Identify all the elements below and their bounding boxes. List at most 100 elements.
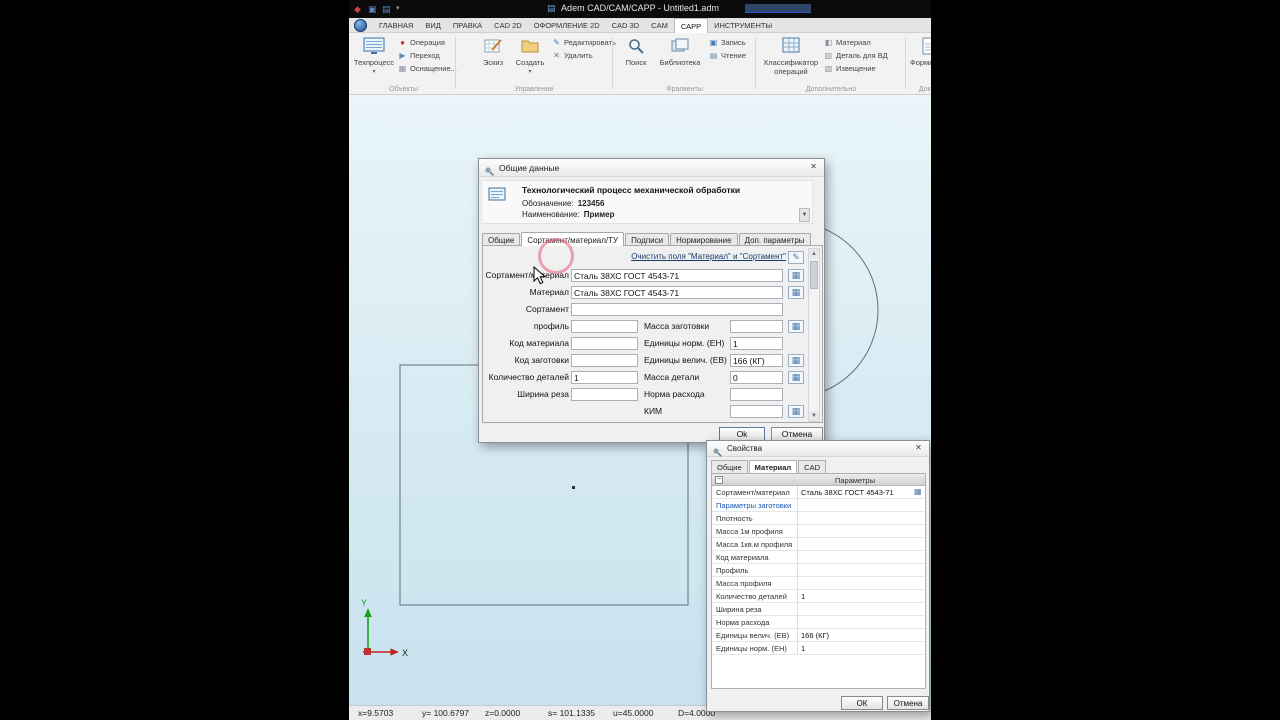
techprocess-doc-icon	[488, 187, 506, 208]
tab-props-material[interactable]: Материал	[748, 460, 798, 473]
input-kod-materiala[interactable]	[571, 337, 638, 350]
prop-row[interactable]: Плотность	[712, 512, 925, 525]
ribbon-tab-capp[interactable]: САРР	[673, 18, 709, 33]
massa-detali-button[interactable]: ▦	[788, 371, 804, 384]
prop-row[interactable]: Код материала	[712, 551, 925, 564]
prop-row[interactable]: Ширина реза	[712, 603, 925, 616]
quick-access-icon-3[interactable]: ▤	[382, 3, 391, 15]
input-edinicy-velich[interactable]	[730, 354, 783, 367]
prop-row[interactable]: Количество деталей 1	[712, 590, 925, 603]
input-shirina-reza[interactable]	[571, 388, 638, 401]
dialog-general-title: Общие данные	[499, 163, 560, 173]
prop-row[interactable]: Единицы норм. (ЕН) 1	[712, 642, 925, 655]
prop-row[interactable]: Норма расхода	[712, 616, 925, 629]
input-sortament[interactable]	[571, 303, 783, 316]
search-button[interactable]: Поиск	[620, 35, 652, 85]
info-scroll-down-icon[interactable]: ▼	[799, 208, 810, 222]
ribbon-tab-vid[interactable]: ВИД	[419, 18, 446, 33]
techprocess-button[interactable]: Техпроцесс ▾	[354, 35, 394, 85]
vertical-scrollbar[interactable]: ▲ ▼	[808, 248, 820, 422]
ribbon-tab-oformlenie2d[interactable]: ОФОРМЛЕНИЕ 2D	[528, 18, 606, 33]
dialog-properties-title: Свойства	[727, 444, 763, 453]
close-icon[interactable]: ✕	[912, 443, 925, 452]
input-sortament-material[interactable]	[571, 269, 783, 282]
dialog-general-titlebar[interactable]: Общие данные ✕	[479, 159, 824, 177]
clear-fields-link[interactable]: Очистить поля "Материал" и "Сортамент"	[483, 252, 786, 261]
ribbon-tab-glavnaya[interactable]: ГЛАВНАЯ	[373, 18, 419, 33]
equipment-icon: ▦	[398, 64, 407, 73]
material-button[interactable]: ◧ Материал	[823, 36, 888, 49]
blank-parameters-link[interactable]: Параметры заготовки	[716, 501, 791, 510]
field-label: Количество деталей	[488, 372, 569, 382]
tab-props-cad[interactable]: CAD	[798, 460, 826, 473]
close-icon[interactable]: ✕	[807, 162, 820, 171]
delete-button[interactable]: ✕ Удалить	[551, 49, 616, 62]
app-menu-button[interactable]	[354, 19, 367, 32]
tab-sortament-material-tu[interactable]: Сортамент/материал/ТУ	[521, 232, 625, 246]
read-button[interactable]: ▤ Чтение	[708, 49, 746, 62]
tab-props-obshchie[interactable]: Общие	[711, 460, 748, 473]
sketch-button[interactable]: Эскиз	[477, 35, 509, 85]
kim-button[interactable]: ▦	[788, 405, 804, 418]
input-material[interactable]	[571, 286, 783, 299]
scroll-thumb[interactable]	[810, 261, 818, 289]
operations-classifier-button[interactable]: Классификатор операций	[763, 35, 819, 85]
input-kolichestvo-detaley[interactable]	[571, 371, 638, 384]
input-massa-detali[interactable]	[730, 371, 783, 384]
prop-row[interactable]: Профиль	[712, 564, 925, 577]
quick-access-caret-icon[interactable]: ▾	[396, 3, 400, 15]
input-norma-rashoda[interactable]	[730, 388, 783, 401]
ribbon-tab-cad3d[interactable]: CAD 3D	[606, 18, 646, 33]
drawing-point[interactable]	[572, 486, 575, 489]
prop-value[interactable]: 166 (КГ)	[801, 631, 829, 640]
mouse-cursor	[533, 266, 547, 285]
input-profil[interactable]	[571, 320, 638, 333]
prop-row[interactable]: Сортамент/материал Сталь 38ХС ГОСТ 4543-…	[712, 486, 925, 499]
input-kod-zagotovki[interactable]	[571, 354, 638, 367]
scroll-up-icon[interactable]: ▲	[809, 249, 819, 259]
name-label: Наименование:	[522, 210, 580, 219]
prop-value[interactable]: Сталь 38ХС ГОСТ 4543-71	[801, 488, 894, 497]
massa-zagotovki-button[interactable]: ▦	[788, 320, 804, 333]
edit-button[interactable]: ✎ Редактировать	[551, 36, 616, 49]
transition-button[interactable]: ▶ Переход	[397, 49, 457, 62]
record-button[interactable]: ▣ Запись	[708, 36, 746, 49]
ribbon-tab-cad2d[interactable]: CAD 2D	[488, 18, 528, 33]
collapse-icon[interactable]: −	[715, 476, 723, 484]
prop-label: Единицы велич. (ЕВ)	[716, 631, 790, 640]
edinicy-velich-button[interactable]: ▦	[788, 354, 804, 367]
grid-picker-icon[interactable]: ▦	[914, 487, 922, 496]
ribbon-tab-pravka[interactable]: ПРАВКА	[447, 18, 488, 33]
ok-button[interactable]: ОК	[841, 696, 883, 710]
scroll-down-icon[interactable]: ▼	[809, 411, 819, 421]
prop-row[interactable]: Масса 1м профиля	[712, 525, 925, 538]
prop-row[interactable]: Масса 1кв.м профиля	[712, 538, 925, 551]
quick-access-icon-1[interactable]: ◆	[354, 3, 361, 15]
equipment-button[interactable]: ▦ Оснащение...	[397, 62, 457, 75]
dialog-properties-titlebar[interactable]: Свойства ✕	[707, 441, 929, 457]
form-docs-button[interactable]: Формиро...	[909, 35, 931, 85]
input-massa-zagotovki[interactable]	[730, 320, 783, 333]
material-picker-button[interactable]: ▦	[788, 286, 804, 299]
clear-fields-button[interactable]: ✎	[788, 251, 804, 264]
group-label-fragments: Фрагменты	[666, 86, 703, 93]
operation-button[interactable]: ● Операция	[397, 36, 457, 49]
sortament-picker-button[interactable]: ▦	[788, 269, 804, 282]
record-icon: ▣	[709, 38, 718, 47]
library-button[interactable]: Библиотека	[658, 35, 702, 85]
input-edinicy-norm[interactable]	[730, 337, 783, 350]
prop-value[interactable]: 1	[801, 592, 805, 601]
prop-row[interactable]: Единицы велич. (ЕВ) 166 (КГ)	[712, 629, 925, 642]
quick-access-icon-2[interactable]: ▣	[368, 3, 377, 15]
ribbon-tab-instrumenty[interactable]: ИНСТРУМЕНТЫ	[708, 18, 778, 33]
input-kim[interactable]	[730, 405, 783, 418]
prop-value[interactable]: 1	[801, 644, 805, 653]
status-u: u=45.0000	[613, 708, 654, 718]
create-button[interactable]: Создать ▾	[513, 35, 547, 85]
notice-button[interactable]: ▧ Извещение	[823, 62, 888, 75]
ribbon-tab-cam[interactable]: CAM	[645, 18, 674, 33]
detail-vd-button[interactable]: ▥ Деталь для ВД	[823, 49, 888, 62]
prop-row[interactable]: Параметры заготовки	[712, 499, 925, 512]
prop-row[interactable]: Масса профиля	[712, 577, 925, 590]
cancel-button[interactable]: Отмена	[887, 696, 929, 710]
